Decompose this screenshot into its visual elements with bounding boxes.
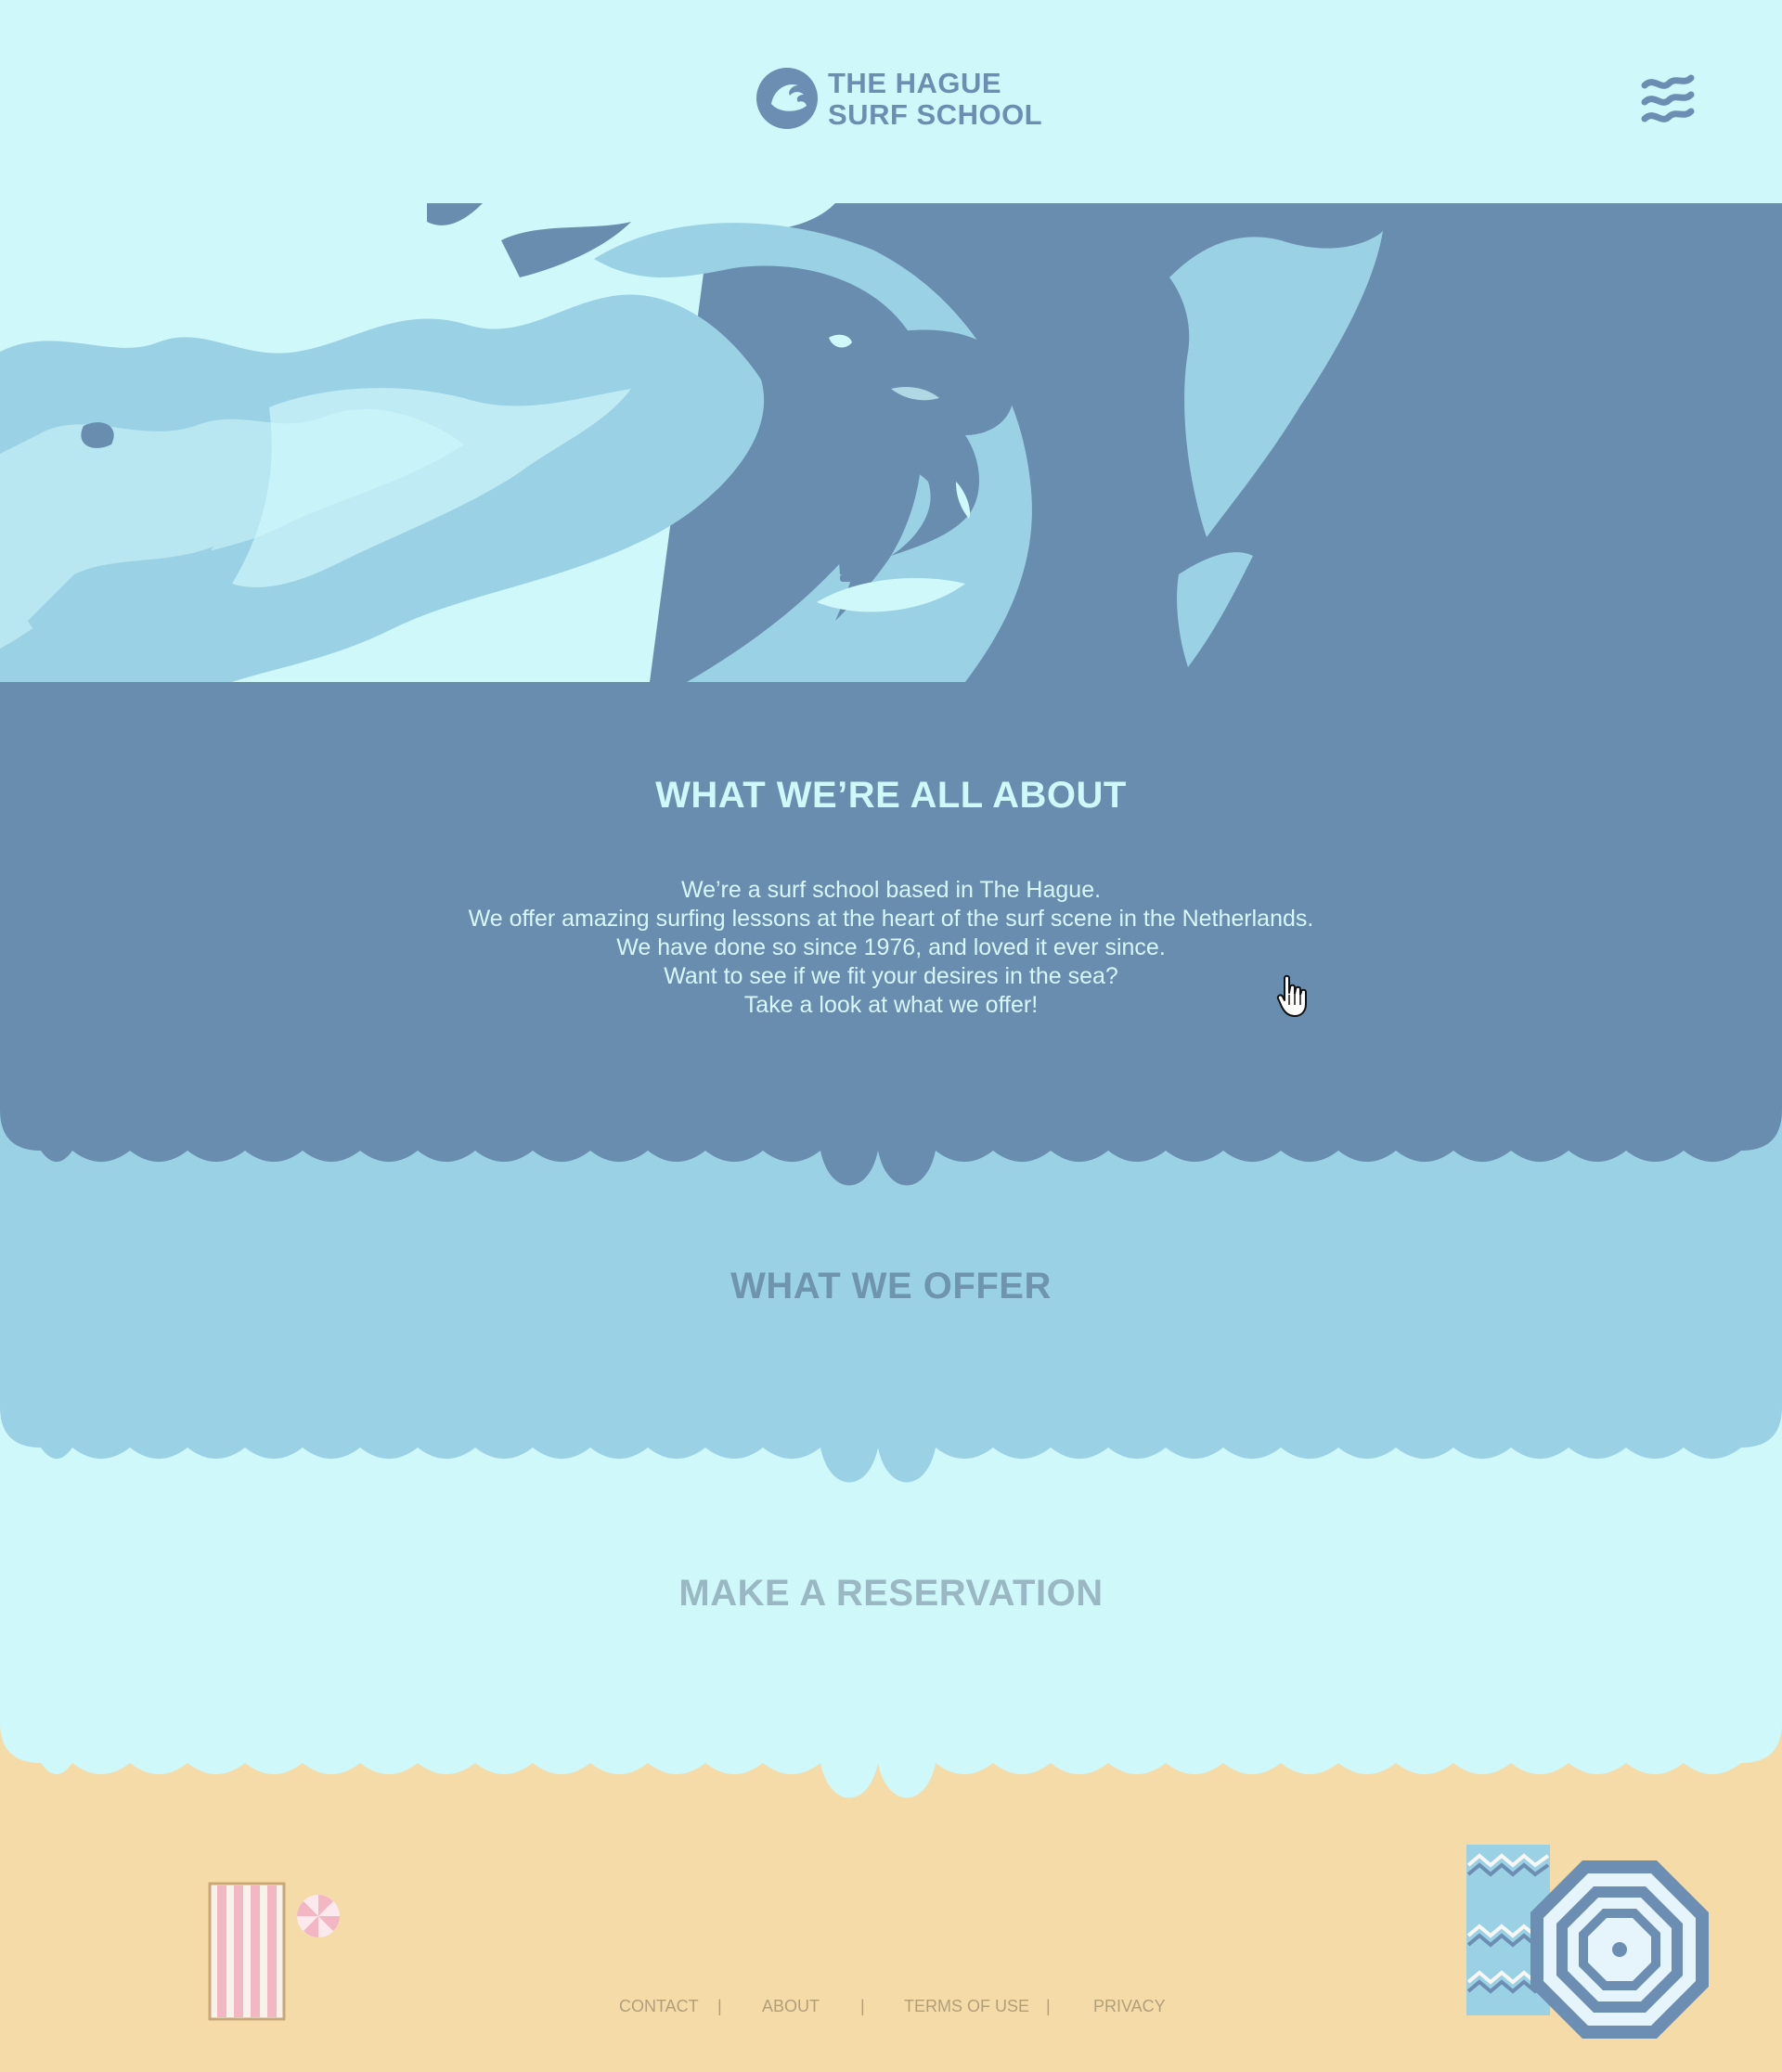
footer-nav: CONTACT | ABOUT | TERMS OF USE | PRIVACY xyxy=(557,1997,1225,2025)
footer-separator: | xyxy=(1046,1997,1051,2015)
footer-separator: | xyxy=(860,1997,865,2015)
footer-link-about[interactable]: ABOUT xyxy=(762,1997,820,2016)
hero-surfer-illustration xyxy=(0,203,1782,682)
beach-ball-icon xyxy=(297,1895,340,1937)
about-title: WHAT WE’RE ALL ABOUT xyxy=(655,775,1127,816)
footer-separator: | xyxy=(717,1997,722,2015)
beach-umbrella-icon xyxy=(1530,1860,1709,2039)
footer-link-privacy[interactable]: PRIVACY xyxy=(1093,1997,1166,2016)
logo-wave-icon xyxy=(756,68,818,129)
towel-icon xyxy=(208,1882,286,2021)
offer-title[interactable]: WHAT WE OFFER xyxy=(0,1266,1782,1307)
hand-cursor-icon xyxy=(1276,974,1307,1017)
footer-link-terms[interactable]: TERMS OF USE xyxy=(904,1997,1029,2016)
menu-waves-icon[interactable] xyxy=(1641,72,1695,126)
logo-text-line1: THE HAGUE xyxy=(828,67,1002,99)
about-line: We’re a surf school based in The Hague. xyxy=(680,877,1102,903)
about-line: We offer amazing surfing lessons at the … xyxy=(468,906,1314,932)
logo[interactable]: THE HAGUE SURF SCHOOL xyxy=(755,65,1042,135)
footer-link-contact[interactable]: CONTACT xyxy=(619,1997,699,2016)
about-line: We have done so since 1976, and loved it… xyxy=(616,934,1166,960)
logo-text-line2: SURF SCHOOL xyxy=(828,98,1043,131)
reservation-title[interactable]: MAKE A RESERVATION xyxy=(0,1573,1782,1615)
hero-wave-art xyxy=(0,203,1782,682)
